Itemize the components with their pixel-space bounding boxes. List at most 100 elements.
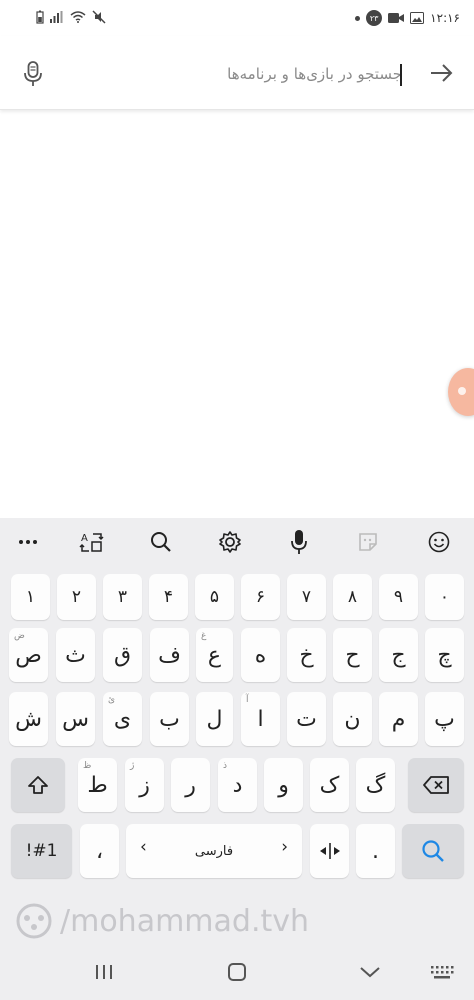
key-label: ج [391, 642, 406, 668]
key-letter[interactable]: ه [241, 628, 280, 682]
key-label: ط [87, 772, 108, 798]
status-left-icons [36, 10, 106, 24]
key-letter[interactable]: ح [333, 628, 372, 682]
home-icon[interactable] [223, 960, 251, 984]
key-letter[interactable]: م [379, 692, 418, 746]
key-letter[interactable]: ژز [125, 758, 164, 812]
key-letter[interactable]: خ [287, 628, 326, 682]
key-digit[interactable]: ۵ [195, 574, 234, 620]
key-label: ز [139, 772, 150, 798]
status-time: ۱۲:۱۶ [430, 11, 460, 25]
key-label: ث [65, 642, 86, 668]
comma-key[interactable]: ، [80, 824, 119, 878]
keyboard: A ۱ ۲ ۳ ۴ ۵ ۶ ۷ ۸ ۹ ۰ ض ص ث ق ف غ ع ه خ … [0, 518, 474, 1000]
floating-assistant-bubble[interactable] [448, 368, 474, 416]
key-label: خ [299, 642, 314, 668]
key-label: و [278, 772, 289, 798]
key-letter[interactable]: ت [287, 692, 326, 746]
key-label: ن [344, 706, 361, 732]
key-digit[interactable]: ۸ [333, 574, 372, 620]
shift-key[interactable] [11, 758, 65, 812]
key-label: ا [257, 706, 264, 732]
key-letter[interactable]: چ [425, 628, 464, 682]
cursor-move-key[interactable] [310, 824, 349, 878]
key-letter[interactable]: پ [425, 692, 464, 746]
key-digit[interactable]: ۶ [241, 574, 280, 620]
key-label: ب [159, 706, 180, 732]
symbols-key[interactable]: !#1 [11, 824, 72, 878]
key-letter[interactable]: ف [150, 628, 189, 682]
recent-apps-icon[interactable] [90, 960, 118, 984]
key-letter[interactable]: ش [9, 692, 48, 746]
key-letter[interactable]: ق [103, 628, 142, 682]
search-input[interactable] [102, 62, 402, 86]
key-label: چ [437, 642, 452, 668]
emoji-icon[interactable] [425, 528, 453, 556]
sticker-icon[interactable] [354, 528, 382, 556]
key-label: ک [319, 772, 340, 798]
key-label: ه [254, 642, 267, 668]
key-label: ح [345, 642, 360, 668]
back-chevron-icon[interactable] [356, 960, 384, 984]
screen: ۲۳ ۱۲:۱۶ A [0, 0, 474, 1000]
key-hint: ژ [130, 761, 135, 771]
key-letter[interactable]: ب [150, 692, 189, 746]
key-digit[interactable]: ۹ [379, 574, 418, 620]
key-label: ش [15, 706, 42, 732]
mic-icon[interactable] [285, 528, 313, 556]
key-letter[interactable]: غع [196, 628, 233, 682]
shift-arrow-icon [28, 776, 48, 794]
period-key[interactable]: . [356, 824, 395, 878]
image-icon [410, 12, 425, 24]
space-language-key[interactable]: ‹ فارسی › [126, 824, 302, 878]
key-letter[interactable]: ل [196, 692, 233, 746]
voice-search-mic-icon[interactable] [20, 60, 46, 88]
key-label: س [62, 706, 89, 732]
search-action-icon [422, 840, 444, 862]
svg-text:A: A [81, 533, 88, 544]
search-bar [0, 36, 474, 110]
search-action-key[interactable] [402, 824, 464, 878]
key-letter[interactable]: ک [310, 758, 349, 812]
key-hint: آ [246, 695, 249, 705]
key-hint: ئ [108, 695, 116, 705]
keyboard-switch-icon[interactable] [428, 960, 456, 984]
cursor-move-icon [319, 843, 340, 859]
key-label: ق [113, 642, 132, 668]
key-letter[interactable]: ر [171, 758, 210, 812]
key-digit[interactable]: ۳ [103, 574, 142, 620]
key-hint: غ [201, 631, 207, 641]
key-digit[interactable]: ۱ [11, 574, 50, 620]
back-arrow-icon[interactable] [428, 60, 454, 86]
more-icon[interactable] [14, 528, 42, 556]
key-letter[interactable]: ن [333, 692, 372, 746]
key-letter[interactable]: و [264, 758, 303, 812]
watermark-text: /mohammad.tvh [60, 903, 310, 939]
key-letter[interactable]: ذد [218, 758, 257, 812]
key-letter[interactable]: ظط [78, 758, 117, 812]
key-letter[interactable]: ضص [9, 628, 48, 682]
key-digit[interactable]: ۴ [149, 574, 188, 620]
key-letter[interactable]: ج [379, 628, 418, 682]
key-label: ص [15, 642, 42, 668]
key-letter[interactable]: ئی [103, 692, 142, 746]
key-letter[interactable]: ث [56, 628, 95, 682]
key-letter[interactable]: گ [356, 758, 395, 812]
battery-icon [36, 10, 44, 24]
key-digit[interactable]: ۲ [57, 574, 96, 620]
key-label: ف [158, 642, 181, 668]
key-letter[interactable]: س [56, 692, 95, 746]
key-hint: ظ [83, 761, 92, 771]
key-digit[interactable]: ۰ [425, 574, 464, 620]
translate-icon[interactable]: A [78, 528, 106, 556]
key-letter[interactable]: آا [241, 692, 280, 746]
key-digit[interactable]: ۷ [287, 574, 326, 620]
settings-icon[interactable] [216, 528, 244, 556]
navigation-bar [0, 946, 474, 1000]
search-icon[interactable] [147, 528, 175, 556]
key-label: ل [206, 706, 223, 732]
backspace-key[interactable] [408, 758, 464, 812]
backspace-icon [423, 776, 449, 794]
key-label: پ [434, 706, 455, 732]
dot-icon [355, 15, 361, 21]
